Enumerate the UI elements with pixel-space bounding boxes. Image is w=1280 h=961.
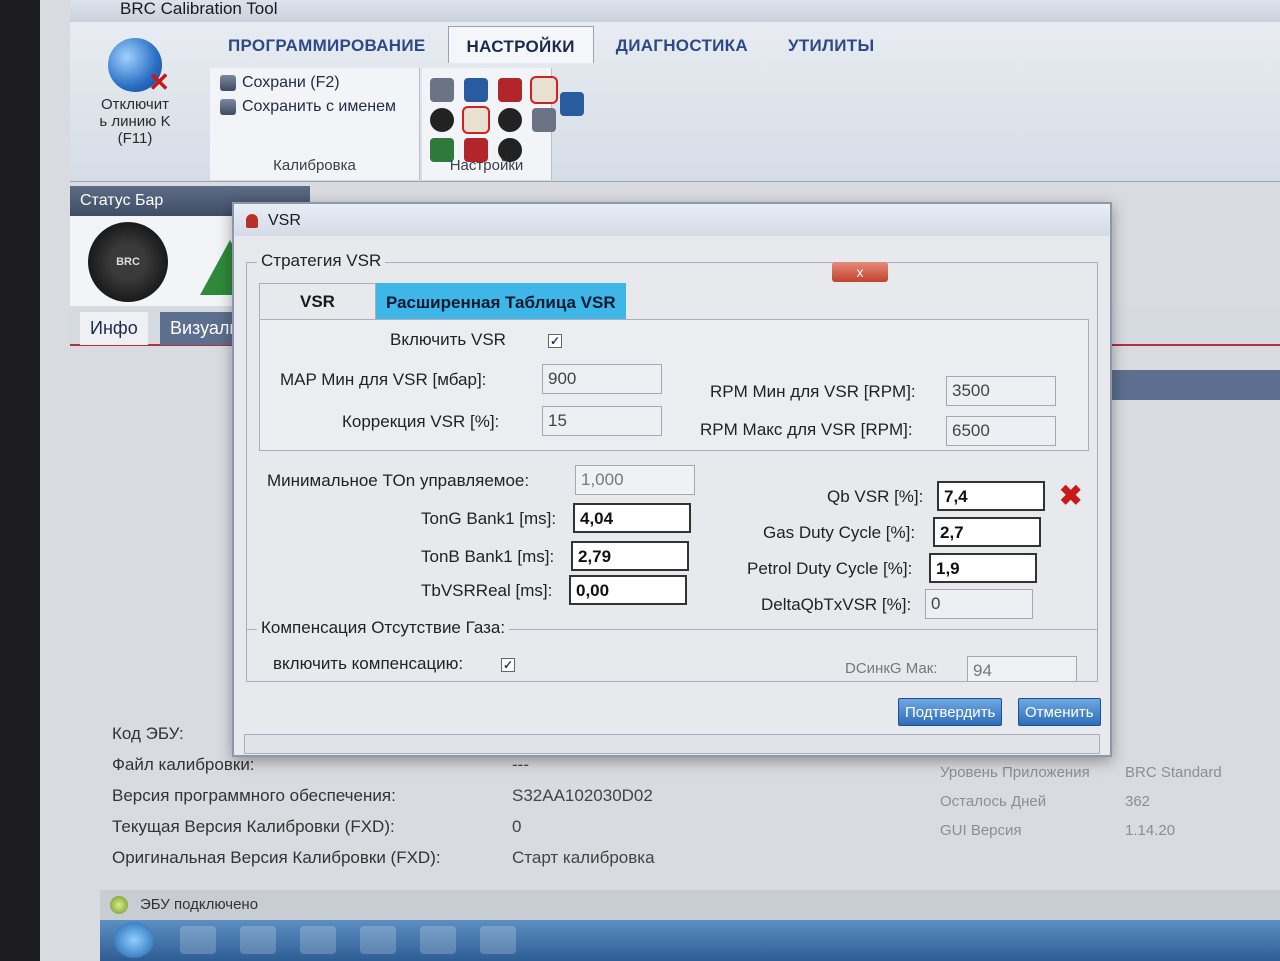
tab-info[interactable]: Инфо	[80, 312, 148, 345]
petrol-duty-field: 1,9	[929, 553, 1037, 583]
vsr-strategy-group: Стратегия VSR VSR Расширенная Таблица VS…	[246, 251, 1098, 682]
ie-icon[interactable]	[180, 926, 216, 954]
media-icon[interactable]	[300, 926, 336, 954]
vsr-dialog-titlebar: VSR	[234, 204, 1110, 236]
brc-logo: BRC	[88, 222, 168, 302]
dsinkg-field[interactable]: 94	[967, 656, 1077, 682]
gas-duty-field: 2,7	[933, 517, 1041, 547]
tab-vsr-extended-table[interactable]: Расширенная Таблица VSR	[375, 283, 626, 319]
app-statusbar: ЭБУ подключено	[100, 890, 1280, 920]
connection-status: ЭБУ подключено	[140, 896, 259, 913]
delta-qb-field: 0	[925, 589, 1033, 619]
vsr-dialog-title: VSR	[268, 212, 301, 229]
vsr-tab-panel: Включить VSR ✓ MAP Мин для VSR [мбар]: 9…	[259, 319, 1089, 451]
reducer-icon[interactable]	[464, 78, 488, 102]
settings-group: Настройки	[422, 68, 558, 180]
vsr-dialog: VSR Стратегия VSR VSR Расширенная Таблиц…	[232, 202, 1112, 757]
qb-vsr-field: 7,4	[937, 481, 1045, 511]
tab-settings[interactable]: НАСТРОЙКИ	[447, 26, 594, 63]
compensation-label: включить компенсацию:	[273, 654, 464, 673]
tab-vsr[interactable]: VSR	[259, 283, 376, 319]
camera-icon[interactable]	[560, 92, 584, 116]
windows-taskbar	[100, 920, 1280, 961]
tong-label: TonG Bank1 [ms]:	[421, 509, 557, 528]
rpm-min-field[interactable]: 3500	[946, 376, 1056, 406]
save-as-icon	[220, 99, 236, 115]
enable-vsr-label: Включить VSR	[390, 330, 506, 349]
min-ton-label: Минимальное TOn управляемое:	[267, 471, 530, 490]
calibration-group: Сохрани (F2) Сохранить с именем Калибров…	[210, 68, 420, 180]
save-label: Сохрани (F2)	[242, 74, 340, 91]
tab-diagnostics[interactable]: ДИАГНОСТИКА	[598, 26, 766, 63]
save-button[interactable]: Сохрани (F2)	[210, 68, 419, 92]
ecu-icon[interactable]	[430, 78, 454, 102]
browser-icon[interactable]	[360, 926, 396, 954]
tbvsr-label: TbVSRReal [ms]:	[421, 581, 553, 600]
min-ton-field[interactable]: 1,000	[575, 465, 695, 495]
app-title: BRC Calibration Tool	[120, 0, 278, 18]
connection-led-icon	[110, 896, 128, 914]
wheel-icon[interactable]	[430, 108, 454, 132]
save-as-label: Сохранить с именем	[242, 98, 396, 115]
rpm-max-label: RPM Макс для VSR [RPM]:	[700, 420, 913, 439]
vsr-icon[interactable]	[530, 76, 558, 104]
disconnect-label-1: Отключит	[100, 96, 169, 113]
brc-app-icon[interactable]	[420, 926, 456, 954]
rpm-max-field[interactable]: 6500	[946, 416, 1056, 446]
correction-label: Коррекция VSR [%]:	[342, 412, 500, 431]
window-taskbar-icon[interactable]	[480, 926, 516, 954]
panel-header-bar	[1110, 370, 1280, 400]
disconnect-k-line-button[interactable]: ✕ Отключит ь линию K (F11)	[70, 32, 200, 172]
tonb-label: TonB Bank1 [ms]:	[421, 547, 555, 566]
start-button[interactable]	[114, 922, 154, 958]
warning-icon[interactable]	[532, 108, 556, 132]
qb-vsr-label: Qb VSR [%]:	[827, 487, 924, 506]
close-button[interactable]: x	[832, 262, 888, 282]
compensation-legend: Компенсация Отсутствие Газа:	[257, 618, 510, 638]
settings-group-label: Настройки	[449, 157, 524, 174]
compensation-group: Компенсация Отсутствие Газа: включить ко…	[247, 618, 1097, 695]
vsr-strategy-legend: Стратегия VSR	[257, 251, 386, 271]
window-icon[interactable]	[462, 106, 490, 134]
disconnect-label-3: (F11)	[117, 130, 153, 147]
tab-utilities[interactable]: УТИЛИТЫ	[770, 26, 892, 63]
tong-field: 4,04	[573, 503, 691, 533]
dialog-status-strip	[244, 734, 1100, 754]
qb-error-icon: ✖	[1059, 480, 1083, 511]
disconnect-label-2: ь линию K	[99, 113, 171, 130]
vsr-tabs: VSR Расширенная Таблица VSR	[259, 283, 626, 319]
explorer-icon[interactable]	[240, 926, 276, 954]
tonb-field: 2,79	[571, 541, 689, 571]
app-titlebar: BRC Calibration Tool	[70, 0, 1280, 22]
petrol-duty-label: Petrol Duty Cycle [%]:	[747, 559, 913, 578]
compensation-checkbox[interactable]: ✓	[501, 658, 515, 672]
rpm-min-label: RPM Мин для VSR [RPM]:	[710, 382, 916, 401]
save-icon	[220, 75, 236, 91]
delta-qb-label: DeltaQbTxVSR [%]:	[761, 595, 912, 614]
cancel-button[interactable]: Отменить	[1018, 698, 1101, 726]
save-as-button[interactable]: Сохранить с именем	[210, 92, 419, 116]
vsr-dialog-icon	[246, 214, 258, 228]
ribbon-tabs: ПРОГРАММИРОВАНИЕ НАСТРОЙКИ ДИАГНОСТИКА У…	[210, 26, 892, 63]
correction-field[interactable]: 15	[542, 406, 662, 436]
ribbon: ✕ Отключит ь линию K (F11) ПРОГРАММИРОВА…	[70, 22, 1280, 182]
tbvsr-field: 0,00	[569, 575, 687, 605]
enable-vsr-checkbox[interactable]: ✓	[548, 334, 562, 348]
sensor-icon[interactable]	[498, 78, 522, 102]
gauge-icon[interactable]	[498, 108, 522, 132]
map-min-label: MAP Мин для VSR [мбар]:	[280, 370, 487, 389]
confirm-button[interactable]: Подтвердить	[898, 698, 1003, 726]
globe-disconnect-icon: ✕	[108, 38, 170, 97]
calibration-group-label: Калибровка	[273, 157, 356, 174]
gas-duty-label: Gas Duty Cycle [%]:	[763, 523, 916, 542]
map-min-field[interactable]: 900	[542, 364, 662, 394]
tab-programming[interactable]: ПРОГРАММИРОВАНИЕ	[210, 26, 444, 63]
dsinkg-label: DСинкG Мак:	[845, 660, 938, 677]
